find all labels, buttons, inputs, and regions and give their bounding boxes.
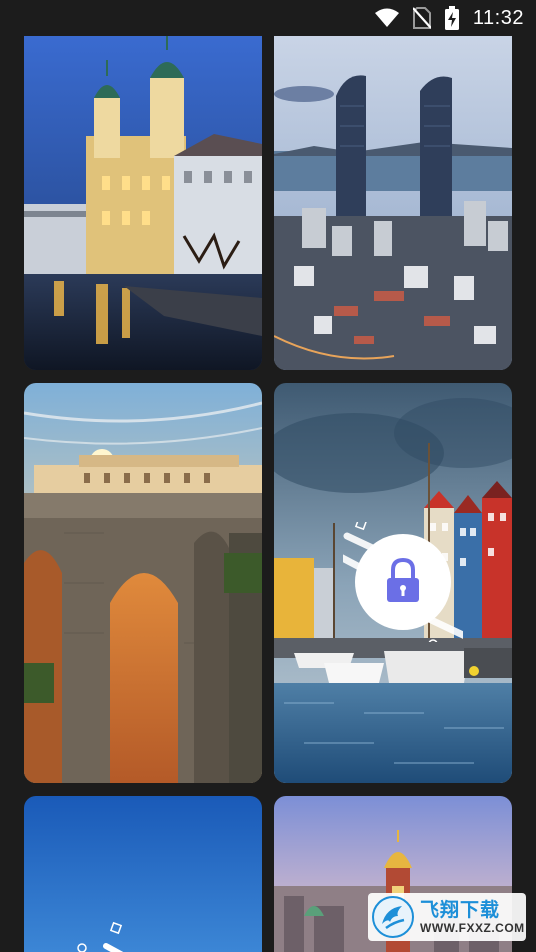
wallpaper-tile-blue-sky[interactable] bbox=[24, 796, 262, 952]
locked-overlay[interactable] bbox=[343, 522, 463, 642]
watermark-title: 飞翔下载 bbox=[420, 899, 501, 921]
battery-charging-icon bbox=[444, 6, 459, 30]
church-night-image bbox=[24, 36, 262, 370]
wallpaper-tile-bridge[interactable] bbox=[24, 383, 262, 783]
status-bar: 11:32 bbox=[0, 0, 536, 36]
clock: 11:32 bbox=[472, 6, 524, 29]
wallpaper-tile-harbor[interactable] bbox=[274, 383, 512, 783]
wallpaper-tile-twin-towers[interactable] bbox=[274, 36, 512, 370]
twin-towers-city-image bbox=[274, 36, 512, 370]
no-sim-icon bbox=[412, 7, 431, 29]
blue-sky-image bbox=[24, 796, 262, 952]
stone-bridge-image bbox=[24, 383, 262, 783]
watermark: 飞翔下载 WWW.FXXZ.COM bbox=[368, 893, 526, 941]
wallpaper-gallery-screen: 11:32 飞翔下载 WWW.FXXZ.COM bbox=[0, 0, 536, 952]
feixiang-logo-icon bbox=[372, 896, 414, 938]
wifi-icon bbox=[374, 8, 399, 28]
wallpaper-tile-church[interactable] bbox=[24, 36, 262, 370]
watermark-domain: WWW.FXXZ.COM bbox=[420, 921, 525, 935]
